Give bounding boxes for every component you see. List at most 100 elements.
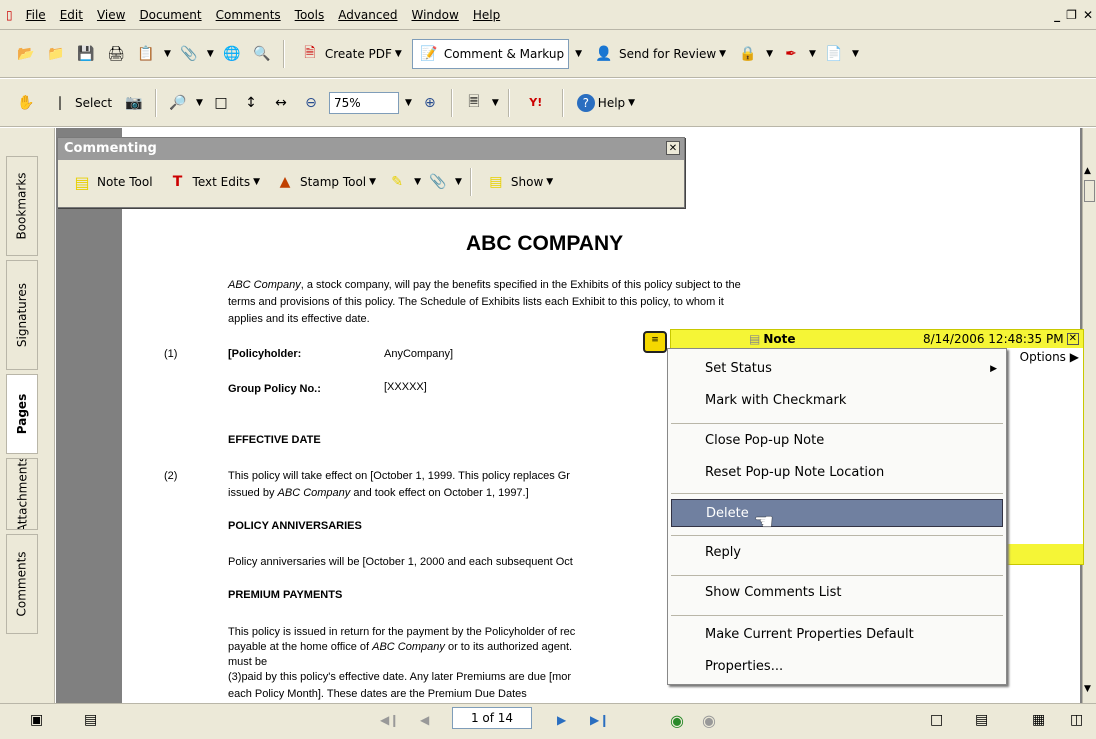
menu-item-properties[interactable]: Properties... [671,653,1003,681]
go-back-icon[interactable]: ◉ [670,711,684,730]
organizer-icon[interactable]: 📁 [44,42,68,66]
menu-advanced[interactable]: Advanced [331,8,404,22]
single-page-icon[interactable]: □ [930,712,943,728]
rotate-dropdown-icon[interactable]: ▼ [492,98,499,108]
menu-window[interactable]: Window [405,8,466,22]
rotate-view-icon[interactable]: 🗏 [462,91,486,115]
help-button[interactable]: ? Help ▼ [573,92,639,114]
toolbar-separator [561,88,564,117]
close-window-icon[interactable]: ✕ [1080,8,1096,22]
menu-item-make-default[interactable]: Make Current Properties Default [671,621,1003,649]
zoom-in-tool-icon[interactable]: 🔎 [166,91,190,115]
continuous-icon[interactable]: ▤ [975,712,988,728]
menu-edit[interactable]: Edit [53,8,90,22]
text-edits-button[interactable]: T Text Edits ▼ [162,168,265,196]
first-page-icon[interactable]: ◀❙ [380,713,399,727]
minimize-icon[interactable]: _ [1051,8,1063,22]
zoom-dropdown-icon[interactable]: ▼ [405,98,412,108]
actual-size-icon[interactable]: □ [209,91,233,115]
commenting-title-bar[interactable]: Commenting ✕ [58,138,684,160]
note-header[interactable]: ▤ Note 8/14/2006 12:48:35 PM ✕ [671,330,1083,348]
note-timestamp: 8/14/2006 12:48:35 PM [922,332,1064,346]
tab-signatures[interactable]: Signatures [6,260,38,370]
highlight-text-icon[interactable]: ✎ [385,170,409,194]
print-icon[interactable]: 🖨 [104,42,128,66]
menu-help[interactable]: Help [466,8,507,22]
menu-view[interactable]: View [90,8,132,22]
facing-icon[interactable]: ▦ [1032,712,1045,728]
stamp-tool-button[interactable]: ▲ Stamp Tool ▼ [269,168,380,196]
scroll-thumb[interactable] [1084,180,1095,202]
menu-item-delete[interactable]: Delete [671,499,1003,527]
tab-comments[interactable]: Comments [6,534,38,634]
yahoo-icon[interactable]: Y! [519,91,553,115]
save-icon[interactable]: 💾 [74,42,98,66]
select-tool-button[interactable]: ∣ Select [44,89,116,117]
menu-item-close-popup[interactable]: Close Pop-up Note [671,427,1003,455]
comment-markup-dropdown-icon[interactable]: ▼ [575,49,582,59]
go-forward-icon[interactable]: ◉ [702,711,716,730]
menu-comments[interactable]: Comments [209,8,288,22]
note-close-icon[interactable]: ✕ [1066,333,1079,345]
close-icon[interactable]: ✕ [666,141,680,155]
lock-icon[interactable]: 🔒 [736,42,760,66]
scroll-up-icon[interactable]: ▲ [1084,166,1091,176]
continuous-facing-icon[interactable]: ◫ [1070,712,1083,728]
create-pdf-button[interactable]: 🗎 Create PDF ▼ [294,40,406,68]
attach-dropdown-icon[interactable]: ▼ [207,49,214,59]
zoom-in-icon[interactable]: ⊕ [418,91,442,115]
effective-line-2: issued by ABC Company and took effect on… [228,487,529,499]
zoom-input[interactable]: 75% [328,91,399,114]
tasks-icon[interactable]: 📋 [134,42,158,66]
menu-document[interactable]: Document [132,8,208,22]
document-properties-icon[interactable]: ▣ [30,712,43,728]
hand-tool-icon[interactable]: ✋ [14,91,38,115]
search-binoculars-icon[interactable]: 🔍 [250,42,274,66]
menu-item-reply[interactable]: Reply [671,539,1003,567]
forms-dropdown-icon[interactable]: ▼ [852,49,859,59]
show-button[interactable]: ▤ Show ▼ [480,168,557,196]
page-size-icon[interactable]: ▤ [84,712,97,728]
note-comment-icon[interactable]: ≡ [643,331,667,353]
attach-icon[interactable]: 📎 [177,42,201,66]
open-folder-icon[interactable]: 📂 [14,42,38,66]
last-page-icon[interactable]: ▶❙ [590,713,609,727]
menu-item-mark-checkmark[interactable]: Mark with Checkmark [671,387,1003,415]
fit-width-icon[interactable]: ↔ [269,91,293,115]
highlight-dropdown-icon[interactable]: ▼ [414,177,421,187]
menu-file[interactable]: File [19,8,53,22]
menu-item-set-status[interactable]: Set Status ▶ [671,355,1003,383]
snapshot-camera-icon[interactable]: 📷 [122,91,146,115]
tasks-dropdown-icon[interactable]: ▼ [164,49,171,59]
tab-attachments[interactable]: Attachments [6,458,38,530]
attach-file-icon[interactable]: 📎 [426,170,450,194]
scroll-down-icon[interactable]: ▼ [1084,684,1091,694]
next-page-icon[interactable]: ▶ [557,713,566,727]
restore-icon[interactable]: ❐ [1063,8,1080,22]
chevron-down-icon: ▼ [394,48,402,59]
send-for-review-button[interactable]: 👤 Send for Review ▼ [588,40,730,68]
tab-bookmarks[interactable]: Bookmarks [6,156,38,256]
fit-page-icon[interactable]: ↕ [239,91,263,115]
previous-page-icon[interactable]: ◀ [420,713,429,727]
comment-markup-button[interactable]: 📝 Comment & Markup [411,38,570,69]
zoom-tool-dropdown-icon[interactable]: ▼ [196,98,203,108]
menu-item-reset-popup[interactable]: Reset Pop-up Note Location [671,459,1003,487]
tab-comments-label: Comments [15,551,30,617]
effective-line-2-post: and took effect on October 1, 1997.] [350,487,529,499]
menu-item-show-comments-list[interactable]: Show Comments List [671,579,1003,607]
note-tool-button[interactable]: ▤ Note Tool [66,168,157,196]
menu-tools[interactable]: Tools [288,8,332,22]
note-options-button[interactable]: Options ▶ [1020,350,1079,364]
lock-dropdown-icon[interactable]: ▼ [766,49,773,59]
email-globe-icon[interactable]: 🌐 [220,42,244,66]
forms-icon[interactable]: 📄 [822,42,846,66]
vertical-scrollbar[interactable]: ▲ ▼ [1082,128,1096,703]
attach-file-dropdown-icon[interactable]: ▼ [455,177,462,187]
sign-pen-icon[interactable]: ✒ [779,42,803,66]
page-number-input[interactable]: 1 of 14 [452,707,532,729]
mouse-pointer-icon: ☚ [754,510,774,535]
sign-dropdown-icon[interactable]: ▼ [809,49,816,59]
zoom-out-icon[interactable]: ⊖ [299,91,323,115]
tab-pages[interactable]: Pages [6,374,38,454]
